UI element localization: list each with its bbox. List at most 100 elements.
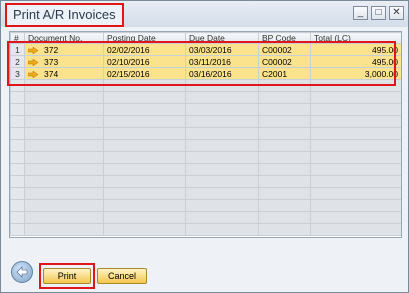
empty-row: [10, 91, 401, 104]
empty-cell: [185, 223, 259, 236]
empty-cell: [258, 103, 311, 116]
link-arrow-icon[interactable]: [28, 58, 38, 66]
empty-cell: [258, 151, 311, 164]
back-arrow-button[interactable]: [11, 261, 33, 283]
empty-cell: [310, 163, 401, 176]
posting-date-cell[interactable]: 02/10/2016: [103, 55, 186, 68]
empty-cell: [24, 127, 104, 140]
row-number[interactable]: 1: [10, 43, 25, 56]
empty-row: [10, 175, 401, 188]
empty-cell: [185, 199, 259, 212]
table-row[interactable]: 3 374 02/15/2016 03/16/2016 C2001 3,000.…: [10, 67, 401, 80]
document-no-cell[interactable]: 374: [24, 67, 104, 80]
grid-header-row: # Document No. Posting Date Due Date BP …: [10, 32, 401, 44]
empty-row-number: [10, 115, 25, 128]
total-lc-cell[interactable]: 495.00: [310, 55, 401, 68]
empty-cell: [258, 139, 311, 152]
empty-row-number: [10, 187, 25, 200]
empty-cell: [185, 151, 259, 164]
row-number[interactable]: 2: [10, 55, 25, 68]
table-row[interactable]: 1 372 02/02/2016 03/03/2016 C00002 495.0…: [10, 43, 401, 56]
empty-cell: [103, 211, 186, 224]
minimize-button[interactable]: _: [353, 6, 368, 20]
empty-cell: [103, 127, 186, 140]
empty-row-number: [10, 127, 25, 140]
title-bar: Print A/R Invoices _ □ ✕: [1, 1, 408, 27]
total-lc-cell[interactable]: 495.00: [310, 43, 401, 56]
link-arrow-icon[interactable]: [28, 70, 38, 78]
empty-cell: [258, 91, 311, 104]
empty-row: [10, 127, 401, 140]
back-arrow-icon: [16, 266, 28, 278]
print-ar-invoices-window: Print A/R Invoices _ □ ✕ # Document No. …: [0, 0, 409, 293]
maximize-button[interactable]: □: [371, 6, 386, 20]
empty-row: [10, 151, 401, 164]
table-row[interactable]: 2 373 02/10/2016 03/11/2016 C00002 495.0…: [10, 55, 401, 68]
empty-row: [10, 223, 401, 236]
empty-cell: [258, 199, 311, 212]
document-no-value: 373: [44, 56, 59, 67]
empty-cell: [258, 187, 311, 200]
empty-cell: [258, 127, 311, 140]
col-header-posting-date[interactable]: Posting Date: [103, 32, 186, 44]
document-no-value: 372: [44, 44, 59, 55]
col-header-rownum[interactable]: #: [10, 32, 25, 44]
empty-cell: [24, 163, 104, 176]
empty-row-number: [10, 211, 25, 224]
empty-cell: [310, 79, 401, 92]
empty-cell: [103, 187, 186, 200]
close-button[interactable]: ✕: [389, 6, 404, 20]
empty-cell: [310, 139, 401, 152]
empty-row-number: [10, 151, 25, 164]
bp-code-cell[interactable]: C2001: [258, 67, 311, 80]
due-date-cell[interactable]: 03/11/2016: [185, 55, 259, 68]
empty-cell: [24, 115, 104, 128]
empty-cell: [185, 91, 259, 104]
empty-row: [10, 79, 401, 92]
empty-row: [10, 115, 401, 128]
empty-cell: [185, 103, 259, 116]
empty-cell: [310, 199, 401, 212]
empty-row-number: [10, 103, 25, 116]
col-header-bp-code[interactable]: BP Code: [258, 32, 311, 44]
cancel-button[interactable]: Cancel: [97, 268, 147, 284]
empty-cell: [103, 115, 186, 128]
col-header-document-no[interactable]: Document No.: [24, 32, 104, 44]
row-number[interactable]: 3: [10, 67, 25, 80]
empty-cell: [24, 223, 104, 236]
empty-cell: [258, 211, 311, 224]
empty-cell: [310, 115, 401, 128]
bp-code-cell[interactable]: C00002: [258, 55, 311, 68]
bp-code-cell[interactable]: C00002: [258, 43, 311, 56]
empty-cell: [258, 163, 311, 176]
empty-cell: [185, 79, 259, 92]
empty-row-number: [10, 91, 25, 104]
empty-cell: [103, 151, 186, 164]
print-button[interactable]: Print: [43, 268, 91, 284]
posting-date-cell[interactable]: 02/15/2016: [103, 67, 186, 80]
empty-cell: [185, 211, 259, 224]
empty-cell: [310, 175, 401, 188]
due-date-cell[interactable]: 03/03/2016: [185, 43, 259, 56]
total-lc-cell[interactable]: 3,000.00: [310, 67, 401, 80]
document-no-cell[interactable]: 372: [24, 43, 104, 56]
posting-date-cell[interactable]: 02/02/2016: [103, 43, 186, 56]
empty-cell: [185, 139, 259, 152]
empty-cell: [103, 103, 186, 116]
empty-cell: [185, 175, 259, 188]
empty-row: [10, 211, 401, 224]
empty-row: [10, 187, 401, 200]
document-no-cell[interactable]: 373: [24, 55, 104, 68]
col-header-total-lc[interactable]: Total (LC): [310, 32, 401, 44]
empty-cell: [185, 163, 259, 176]
document-no-value: 374: [44, 68, 59, 79]
empty-cell: [310, 223, 401, 236]
empty-row-number: [10, 79, 25, 92]
link-arrow-icon[interactable]: [28, 46, 38, 54]
empty-cell: [310, 211, 401, 224]
empty-cell: [24, 91, 104, 104]
due-date-cell[interactable]: 03/16/2016: [185, 67, 259, 80]
col-header-due-date[interactable]: Due Date: [185, 32, 259, 44]
empty-row: [10, 139, 401, 152]
empty-row-number: [10, 163, 25, 176]
